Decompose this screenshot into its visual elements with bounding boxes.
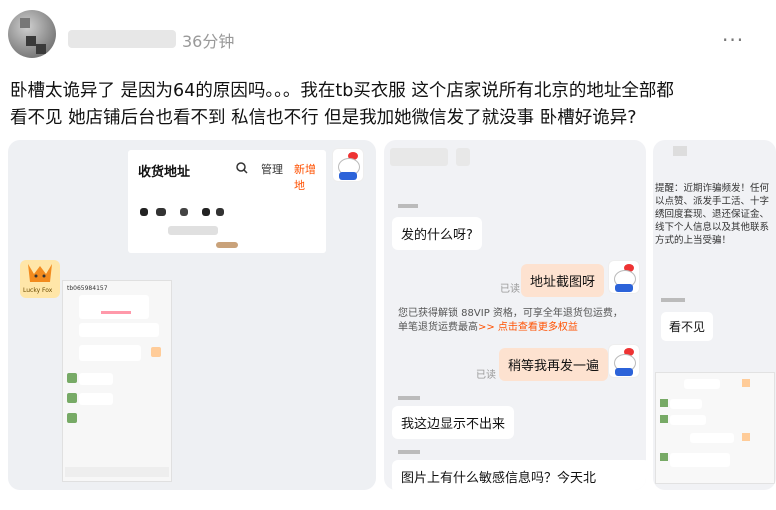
post-text: 卧槽太诡异了 是因为64的原因吗。。。我在tb买衣服 这个店家说所有北京的地址全… [10,78,750,132]
address-panel: 收货地址 管理 新增地 [128,150,326,253]
chat-message: 我这边显示不出来 [392,406,515,439]
post-image-2[interactable]: 发的什么呀? 地址截图呀 已读 您已获得解锁 88VIP 资格，可享全年退货包运… [384,140,646,490]
mini-toolbar [390,148,448,166]
hello-kitty-avatar [608,260,640,294]
chat-message-self: 稍等我再发一遍 [499,348,609,381]
post-text-line1: 卧槽太诡异了 是因为64的原因吗。。。我在tb买衣服 这个店家说所有北京的地址全… [10,81,674,101]
vip-notice: 您已获得解锁 88VIP 资格，可享全年退货包运费，单笔退货运费最高>> 点击查… [398,307,628,335]
lucky-fox-label: Lucky Fox [23,287,53,294]
manage-label: 管理 [261,163,283,176]
mini-message [79,373,113,385]
mini-product-card [79,295,149,319]
read-status: 已读 [500,284,520,295]
chat-user-id: tb065984157 [67,285,108,292]
post-time: 36分钟 [182,32,235,51]
redacted-block [156,208,166,216]
chat-message: 看不见 [661,312,714,341]
vip-link[interactable]: >> 点击查看更多权益 [478,322,578,333]
chat-message: 发的什么呀? [392,217,482,250]
redacted-block [168,226,218,235]
mini-message [79,393,113,405]
address-title: 收货地址 [138,165,191,180]
redacted-block [180,208,188,216]
chat-message: 图片上有什么敏感信息吗？今天北 [392,460,646,490]
chat-screenshot [655,372,775,484]
hello-kitty-avatar [332,148,364,182]
more-options-icon[interactable]: ··· [722,28,744,52]
user-avatar[interactable] [8,10,56,58]
fraud-warning: 提醒：近期诈骗频发！任何以点赞、派发手工活、十字绣回度套现、退还保证金、线下个人… [655,183,770,246]
mini-message [79,323,159,337]
read-status: 已读 [476,370,496,381]
username-blurred[interactable] [68,30,176,48]
post-image-3[interactable]: 提醒：近期诈骗频发！任何以点赞、派发手工活、十字绣回度套现、退还保证金、线下个人… [653,140,776,490]
search-icon [236,159,248,174]
post-text-line2: 看不见 她店铺后台也看不到 私信也不行 但是我加她微信发了就没事 卧槽好诡异? [10,108,637,128]
mini-message [79,345,141,361]
redacted-block [216,242,238,248]
chat-message-self: 地址截图呀 [521,264,605,297]
redacted-block [202,208,210,216]
redacted-block [216,208,224,216]
redacted-block [140,208,148,216]
hello-kitty-avatar [608,344,640,378]
add-address-label: 新增地 [294,163,316,192]
chat-screenshot: tb065984157 [62,280,172,482]
post-image-1[interactable]: 收货地址 管理 新增地 Lucky Fox tb065984157 [8,140,376,490]
